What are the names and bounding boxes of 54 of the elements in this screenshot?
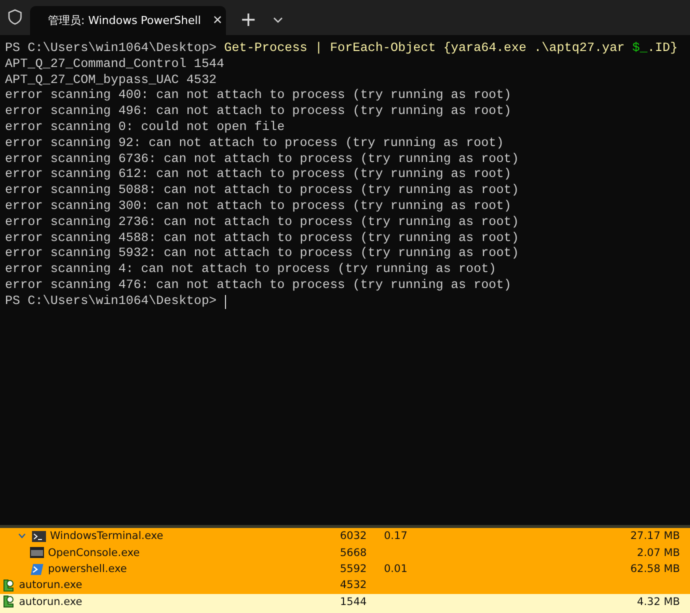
terminal-icon — [32, 530, 46, 542]
process-name: powershell.exe — [48, 563, 127, 576]
output-line: error scanning 4588: can not attach to process (try running as root) — [5, 230, 519, 246]
terminal-tab[interactable]: 管理员: Windows PowerShell × — [30, 6, 226, 35]
output-line: error scanning 300: can not attach to process (try running as root) — [5, 198, 512, 215]
process-row[interactable]: autorun.exe 4532 — [0, 577, 690, 594]
output-line: error scanning 612: can not attach to process (try running as root) — [5, 167, 512, 184]
autorun-icon — [2, 578, 15, 592]
output-line: APT_Q_27_COM_bypass_UAC 4532 — [5, 72, 217, 88]
pid-cell: 1544 — [340, 596, 367, 608]
close-button[interactable]: × — [208, 12, 226, 30]
process-row[interactable]: OpenConsole.exe 5668 2.07 MB — [0, 544, 690, 561]
output-line: APT_Q_27_Command_Control 1544 — [5, 56, 224, 73]
memory-cell: 4.32 MB — [637, 596, 680, 608]
output-line: error scanning 6736: can not attach to process (try running as root) — [5, 152, 519, 168]
shield-icon[interactable] — [8, 9, 22, 25]
pid-cell: 5668 — [340, 546, 367, 559]
pid-cell: 4532 — [340, 579, 367, 592]
command-text: PS C:\Users\win1064\Desktop> — [5, 41, 217, 57]
process-name: autorun.exe — [19, 596, 82, 608]
cpu-cell: 0.17 — [384, 530, 408, 542]
output-line: error scanning 2736: can not attach to process (try running as root) — [5, 214, 519, 231]
text-cursor — [224, 294, 226, 309]
output-line: error scanning 5088: can not attach to process (try running as root) — [5, 183, 519, 199]
process-row[interactable]: WindowsTerminal.exe 6032 0.17 27.17 MB — [0, 528, 690, 544]
process-row[interactable]: powershell.exe 5592 0.01 62.58 MB — [0, 560, 690, 578]
output-line: error scanning 0: could not open file — [5, 120, 285, 136]
process-name: autorun.exe — [19, 579, 82, 592]
process-name: WindowsTerminal.exe — [50, 530, 164, 542]
memory-cell: 62.58 MB — [630, 563, 680, 576]
autorun-icon — [2, 595, 15, 608]
powershell-icon — [30, 564, 44, 575]
output-line: error scanning 92: can not attach to process (try running as root) — [5, 136, 504, 152]
tab-title: 管理员: Windows PowerShell — [48, 13, 201, 28]
output-line: error scanning 476: can not attach to process (try running as root) — [5, 278, 512, 294]
new-tab-button[interactable]: + — [236, 7, 261, 31]
chevron-down-icon[interactable] — [272, 17, 283, 23]
process-name: OpenConsole.exe — [48, 546, 140, 559]
output-line: error scanning 5932: can not attach to process (try running as root) — [5, 246, 519, 262]
console-icon — [30, 547, 44, 558]
output-line: error scanning 4: can not attach to process (try running as root) — [5, 262, 496, 278]
command-text: .ID} — [647, 41, 678, 57]
output-line: error scanning 400: can not attach to process (try running as root) — [5, 88, 512, 104]
expand-chevron-icon[interactable] — [18, 533, 26, 540]
pid-cell: 5592 — [340, 563, 367, 576]
command-text: Get-Process | ForEach-Object {yara64.exe .\aptq27.yar — [223, 41, 625, 57]
pid-cell: 6032 — [340, 530, 367, 542]
memory-cell: 2.07 MB — [637, 546, 680, 559]
cpu-cell: 0.01 — [384, 563, 408, 576]
command-text: $_ — [631, 41, 648, 57]
process-row[interactable]: autorun.exe 1544 4.32 MB — [0, 594, 690, 610]
prompt-text: PS C:\Users\win1064\Desktop> — [5, 294, 217, 310]
memory-cell: 27.17 MB — [630, 530, 680, 542]
output-line: error scanning 496: can not attach to process (try running as root) — [5, 104, 512, 120]
